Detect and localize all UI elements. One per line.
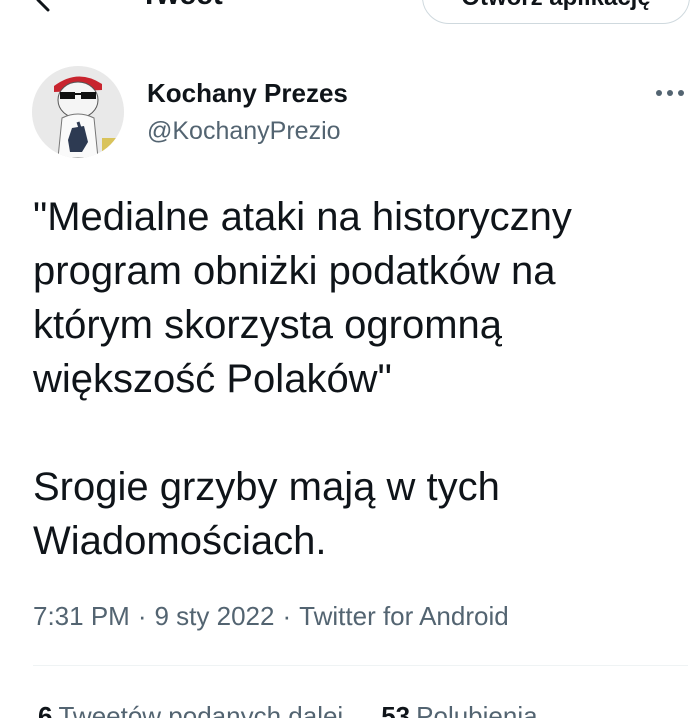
tweet-source[interactable]: Twitter for Android [299, 601, 509, 631]
open-app-button[interactable]: Otwórz aplikację [422, 0, 690, 24]
tweet-meta: 7:31 PM · 9 sty 2022 · Twitter for Android [33, 600, 509, 632]
divider [33, 665, 688, 666]
likes-label: Polubienia [416, 701, 538, 718]
tweet-time[interactable]: 7:31 PM [33, 601, 130, 631]
author-handle[interactable]: @KochanyPrezio [147, 116, 341, 146]
arrow-left-icon[interactable] [30, 0, 58, 14]
likes-stat[interactable]: 53 Polubienia [381, 700, 537, 718]
avatar-image [32, 66, 124, 158]
tweet-paragraph: "Medialne ataki na historyczny program o… [33, 195, 572, 401]
likes-count: 53 [381, 701, 411, 718]
meta-separator: · [282, 601, 292, 631]
tweet-date[interactable]: 9 sty 2022 [155, 601, 275, 631]
avatar[interactable] [32, 66, 124, 158]
tweet-stats: 6 Tweetów podanych dalej 53 Polubienia [38, 700, 576, 718]
meta-separator: · [137, 601, 147, 631]
more-horizontal-icon[interactable] [654, 84, 686, 102]
tweet-paragraph: Srogie grzyby mają w tych Wiadomościach. [33, 465, 500, 563]
author-name[interactable]: Kochany Prezes [147, 78, 348, 108]
tweet-page: Tweet Otwórz aplikację Kochany Prezes @K… [0, 0, 695, 718]
top-navigation-bar: Tweet Otwórz aplikację [0, 0, 695, 30]
retweets-label: Tweetów podanych dalej [58, 701, 344, 718]
retweets-count: 6 [38, 701, 53, 718]
tweet-text: "Medialne ataki na historyczny program o… [33, 190, 673, 568]
page-title: Tweet [140, 0, 223, 10]
retweets-stat[interactable]: 6 Tweetów podanych dalej [38, 700, 343, 718]
